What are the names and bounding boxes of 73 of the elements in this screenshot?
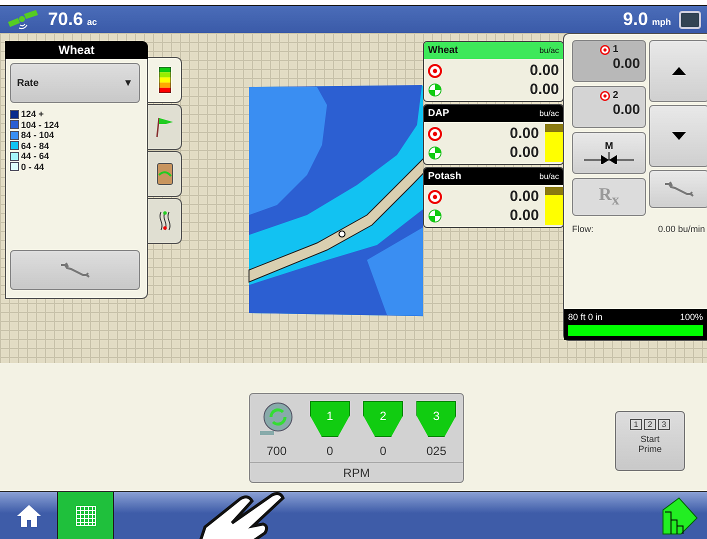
product-card[interactable]: Wheat bu/ac 0.00 0.00	[423, 41, 564, 102]
target-rate: 0.00	[530, 62, 559, 79]
legend-label: 0 - 44	[21, 162, 44, 172]
prescription-label: R$_{x}$	[598, 184, 620, 210]
actual-rate: 0.00	[510, 144, 539, 161]
prime-label: Start Prime	[637, 434, 663, 454]
legend-label: 104 - 124	[21, 120, 60, 130]
legend-label: 84 - 104	[21, 130, 54, 140]
flow-label: Flow:	[572, 224, 594, 234]
product-card[interactable]: Potash bu/ac 0.00 0.00	[423, 167, 564, 228]
flag-icon	[156, 116, 174, 138]
wrench-icon	[662, 181, 696, 197]
gauge-icon	[428, 208, 442, 222]
coverage-percent: 100%	[680, 312, 703, 322]
product-unit: bu/ac	[539, 172, 559, 181]
target-rate: 0.00	[510, 125, 539, 142]
side-tab[interactable]	[148, 57, 182, 103]
target-rate: 0.00	[510, 188, 539, 205]
implement-width: 80 ft 0 in	[568, 312, 603, 322]
product-name: DAP	[428, 108, 450, 119]
flow-value: 0.00 bu/min	[658, 224, 705, 234]
target-icon	[600, 90, 610, 100]
home-icon	[16, 504, 42, 528]
meter-value: 0	[326, 444, 334, 458]
wrench-icon	[58, 262, 92, 278]
preset-rate-button[interactable]: 1 0.00	[572, 40, 646, 82]
product-unit: bu/ac	[539, 46, 559, 55]
area-readout: 70.6 ac	[48, 9, 98, 30]
prime-bin-label: 2	[644, 419, 656, 430]
decrease-button[interactable]	[649, 105, 707, 167]
satellite-icon	[6, 10, 40, 30]
side-tab[interactable]	[148, 151, 182, 197]
product-card[interactable]: DAP bu/ac 0.00 0.00	[423, 104, 564, 165]
layer-dropdown[interactable]: Rate ▼	[10, 63, 140, 103]
display-icon[interactable]	[679, 10, 701, 28]
preset-rate-button[interactable]: 2 0.00	[572, 86, 646, 128]
valve-icon	[584, 152, 634, 164]
speed-readout: 9.0 mph	[622, 9, 671, 30]
field-boundary-icon	[156, 163, 172, 185]
start-prime-button[interactable]: 1 2 3 Start Prime	[615, 411, 685, 471]
gauge-icon	[428, 146, 442, 160]
color-scale-icon	[158, 67, 170, 93]
prime-bin-label: 1	[630, 419, 642, 430]
actual-rate: 0.00	[530, 81, 559, 98]
meter-value: 0	[380, 444, 386, 458]
manual-valve-button[interactable]: M	[572, 132, 646, 174]
increase-button[interactable]	[649, 40, 707, 102]
up-arrow-icon	[672, 67, 686, 75]
meter-unit: RPM	[343, 466, 370, 480]
target-icon	[428, 126, 442, 140]
grid-icon	[76, 506, 96, 526]
legend-label: 64 - 84	[21, 140, 50, 151]
prime-bin-label: 3	[658, 419, 670, 430]
target-icon	[428, 190, 442, 204]
product-unit: bu/ac	[539, 109, 559, 118]
meter-value: 025	[426, 444, 446, 458]
settings-button[interactable]	[10, 250, 140, 290]
legend-label: 124 +	[21, 109, 44, 120]
side-tab[interactable]	[148, 198, 182, 244]
guidance-lines-icon	[158, 210, 172, 232]
product-name: Potash	[428, 171, 462, 182]
legend-label: 44 - 64	[21, 151, 50, 162]
actual-rate: 0.00	[510, 207, 539, 224]
target-icon	[428, 64, 442, 78]
settings-button[interactable]	[649, 170, 707, 208]
target-icon	[600, 44, 610, 54]
meter-value: 700	[266, 444, 287, 458]
gauge-icon	[428, 82, 442, 96]
down-arrow-icon	[672, 132, 686, 140]
legend-title: Wheat	[5, 41, 148, 59]
side-tab[interactable]	[148, 104, 182, 150]
fan-icon	[260, 402, 294, 436]
product-name: Wheat	[428, 45, 458, 56]
